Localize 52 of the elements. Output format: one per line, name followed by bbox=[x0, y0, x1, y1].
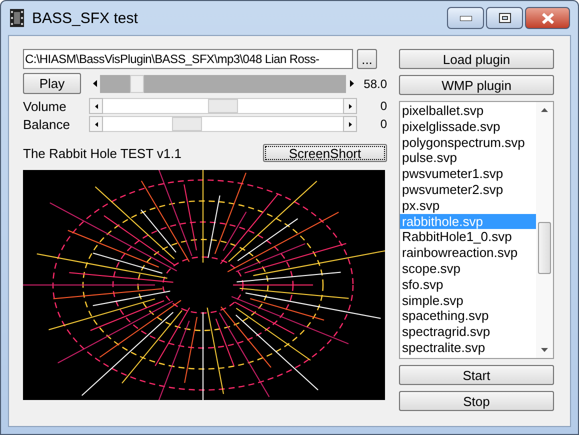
stop-button[interactable]: Stop bbox=[399, 391, 554, 411]
plugin-list-item[interactable]: spectralite.svp bbox=[400, 340, 536, 356]
plugin-list-item[interactable]: pwsvumeter1.svp bbox=[400, 166, 536, 182]
minimize-icon bbox=[460, 16, 472, 20]
right-arrow-icon bbox=[348, 122, 352, 126]
slider-label: Volume bbox=[23, 98, 68, 114]
slider-scrollbar[interactable] bbox=[89, 116, 357, 132]
plugin-list-item[interactable]: pixelballet.svp bbox=[400, 103, 536, 119]
slider-thumb[interactable] bbox=[172, 117, 202, 131]
down-arrow-icon bbox=[541, 348, 548, 352]
plugin-list-item[interactable]: polygonspectrum.svp bbox=[400, 134, 536, 150]
plugin-list-item[interactable]: pixelglissade.svp bbox=[400, 118, 536, 135]
load-plugin-button[interactable]: Load plugin bbox=[399, 49, 554, 69]
plugin-list-item[interactable]: RabbitHole1_0.svp bbox=[400, 229, 536, 246]
plugin-list-item[interactable]: px.svp bbox=[400, 198, 536, 214]
plugin-name: The Rabbit Hole TEST v1.1 bbox=[23, 146, 182, 160]
list-scroll-thumb[interactable] bbox=[538, 222, 551, 274]
file-path-field[interactable]: C:\HIASM\BassVisPlugin\BASS_SFX\mp3\048 Lian Ross- bbox=[23, 49, 353, 69]
slider-label: Balance bbox=[23, 116, 71, 132]
plugin-list-item[interactable]: scope.svp bbox=[400, 260, 536, 277]
plugin-list-item[interactable]: sfo.svp bbox=[400, 276, 536, 293]
plugin-list-item[interactable]: spacething.svp bbox=[400, 308, 536, 324]
play-button[interactable]: Play bbox=[23, 73, 81, 94]
left-arrow-icon bbox=[94, 104, 98, 108]
position-reading: 58.0 bbox=[362, 76, 387, 90]
right-arrow-icon bbox=[350, 80, 354, 87]
close-icon bbox=[542, 12, 554, 24]
film-icon bbox=[10, 9, 24, 27]
left-arrow-icon bbox=[92, 80, 96, 87]
plugin-list-item[interactable]: spectragrid.svp bbox=[400, 324, 536, 340]
wmp-plugin-button[interactable]: WMP plugin bbox=[399, 75, 554, 95]
slider-reading: 0 bbox=[379, 99, 387, 113]
maximize-icon bbox=[498, 13, 510, 23]
minimize-button[interactable] bbox=[447, 7, 484, 29]
left-arrow-icon bbox=[94, 122, 98, 126]
up-arrow-icon bbox=[541, 108, 548, 112]
close-button[interactable] bbox=[525, 7, 570, 29]
slider-thumb[interactable] bbox=[208, 99, 238, 113]
browse-button[interactable]: ... bbox=[357, 49, 377, 69]
plugin-list-item[interactable]: simple.svp bbox=[400, 292, 536, 308]
seek-thumb[interactable] bbox=[130, 74, 144, 92]
maximize-button[interactable] bbox=[486, 7, 523, 29]
right-arrow-icon bbox=[348, 104, 352, 108]
slider-reading: 0 bbox=[379, 117, 387, 131]
window-title: BASS_SFX test bbox=[32, 10, 138, 26]
plugin-list-item[interactable]: pwsvumeter2.svp bbox=[400, 182, 536, 198]
screenshot-button[interactable]: ScreenShort bbox=[263, 144, 387, 162]
list-scrollbar[interactable] bbox=[536, 102, 553, 358]
plugin-list-item[interactable]: pulse.svp bbox=[400, 150, 536, 166]
slider-scrollbar[interactable] bbox=[89, 98, 357, 114]
start-button[interactable]: Start bbox=[399, 365, 554, 385]
plugin-list-item[interactable]: rainbowreaction.svp bbox=[400, 245, 536, 261]
